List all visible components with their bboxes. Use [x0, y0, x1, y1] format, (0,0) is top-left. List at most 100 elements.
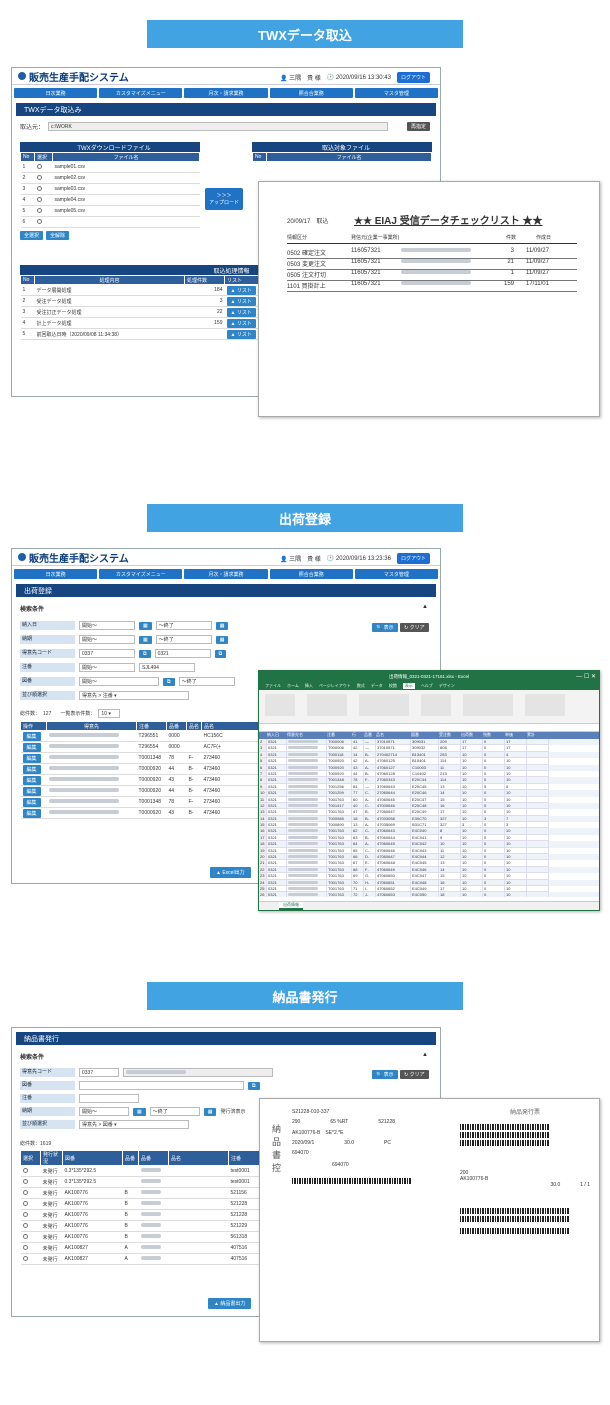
menu-verify[interactable]: 照合合業務 [269, 569, 353, 579]
menu-verify[interactable]: 照合合業務 [269, 88, 353, 98]
row-checkbox[interactable] [22, 1244, 28, 1250]
drawing-end-input[interactable]: ～終了 [178, 677, 235, 686]
drawing-input[interactable] [79, 1081, 244, 1090]
per-page-select[interactable]: 10 ▾ [98, 709, 121, 718]
edit-button[interactable]: 編集 [22, 808, 41, 818]
path-input[interactable]: c:\WORK [48, 122, 389, 131]
row-checkbox[interactable] [22, 1255, 28, 1261]
edit-button[interactable]: 編集 [22, 797, 41, 807]
row-checkbox[interactable] [22, 1167, 28, 1173]
lookup-icon[interactable]: ⧉ [163, 677, 175, 686]
due-end-input[interactable]: ～終了 [155, 635, 212, 644]
date-end-input[interactable]: ～終了 [155, 621, 212, 630]
lookup-icon[interactable]: ⧉ [139, 649, 151, 658]
edit-button[interactable]: 編集 [22, 753, 41, 763]
due-start-input[interactable]: 開始～ [79, 635, 135, 644]
row-checkbox[interactable] [22, 1211, 28, 1217]
row-checkbox[interactable] [22, 1178, 28, 1184]
edit-button[interactable]: 編集 [22, 786, 41, 796]
collapse-icon[interactable]: ▲ [422, 1052, 428, 1058]
ribbon-tab[interactable]: データ [371, 683, 383, 689]
file-checkbox[interactable] [36, 207, 42, 213]
select-all-button[interactable]: 全選択 [20, 231, 44, 240]
lookup-icon[interactable]: ⧉ [248, 1081, 260, 1090]
file-checkbox[interactable] [36, 163, 42, 169]
ribbon-tab[interactable]: 校閲 [389, 683, 397, 689]
clear-button[interactable]: ↻ クリア [400, 1070, 429, 1079]
menu-daily[interactable]: 日次業務 [14, 569, 98, 579]
excel-rows: 2 0321 T000006 41—37010571 309031 209 17 0 17 3 03… [259, 739, 599, 897]
row-checkbox[interactable] [22, 1200, 28, 1206]
edit-button[interactable]: 編集 [22, 731, 41, 741]
menu-daily[interactable]: 日次業務 [14, 88, 98, 98]
download-title: TWXダウンロードファイル [20, 142, 200, 152]
sort-select[interactable]: 得意先 > 注番 ▾ [79, 691, 189, 700]
customer-code-input[interactable]: 0337 [79, 649, 135, 658]
ribbon-tab[interactable]: ファイル [265, 683, 281, 689]
ribbon-tab[interactable]: デザイン [439, 683, 455, 689]
customer-code-input[interactable]: 0337 [79, 1068, 119, 1077]
file-checkbox[interactable] [36, 196, 42, 202]
calendar-icon[interactable]: ▦ [203, 1107, 217, 1116]
clear-button[interactable]: ↻ クリア [400, 623, 429, 632]
list-button[interactable]: ▲ リスト [226, 307, 256, 317]
ribbon-tab[interactable]: 数式 [357, 683, 365, 689]
file-checkbox[interactable] [36, 174, 42, 180]
ribbon-tab[interactable]: 挿入 [305, 683, 313, 689]
drawing-start-input[interactable]: 開始～ [79, 677, 159, 686]
list-button[interactable]: ▲ リスト [226, 285, 256, 295]
excel-titlebar: 出荷情報_0321-0321-17161.xlsx - Excel — ☐ ✕ [259, 671, 599, 682]
report-title: ★★ EIAJ 受信データチェックリスト ★★ [354, 216, 543, 227]
target-file-panel: 取込対象ファイル No ファイル名 [252, 142, 432, 162]
ribbon-tab[interactable]: 表示 [402, 683, 415, 689]
section-title: TWXデータ取込み [16, 103, 436, 116]
logout-button[interactable]: ログアウト [396, 72, 430, 83]
menu-monthly[interactable]: 月次・請求業務 [184, 88, 268, 98]
calendar-icon[interactable]: ▦ [215, 621, 229, 630]
calendar-icon[interactable]: ▦ [133, 1107, 146, 1116]
menu-custom[interactable]: カスタマイズメニュー [99, 569, 183, 579]
upload-button[interactable]: ＞＞＞ アップロード [205, 188, 243, 210]
formula-bar[interactable] [259, 724, 599, 732]
change-path-button[interactable]: 再指定 [406, 122, 430, 131]
row-checkbox[interactable] [22, 1222, 28, 1228]
logout-button[interactable]: ログアウト [396, 553, 430, 564]
date-start-input[interactable]: 開始～ [79, 621, 135, 630]
lookup-icon[interactable]: ⧉ [214, 649, 227, 658]
menu-master[interactable]: マスタ管理 [354, 569, 439, 579]
calendar-icon[interactable]: ▦ [139, 635, 152, 644]
menu-monthly[interactable]: 月次・請求業務 [184, 569, 268, 579]
order-input[interactable]: SJL494 [139, 663, 195, 672]
order-start-input[interactable]: 開始～ [79, 663, 135, 672]
excel-export-button[interactable]: ▲ Excel出力 [210, 867, 251, 878]
list-button[interactable]: ▲ リスト [226, 329, 256, 339]
ribbon-tab[interactable]: ホーム [287, 683, 299, 689]
row-checkbox[interactable] [22, 1189, 28, 1195]
sheet-tab[interactable]: 出荷情報 [279, 902, 303, 910]
ribbon-tab[interactable]: ヘルプ [421, 683, 433, 689]
search-button[interactable]: 🔍 表示 [372, 623, 398, 632]
window-controls-icon[interactable]: — ☐ ✕ [576, 673, 596, 680]
calendar-icon[interactable]: ▦ [215, 635, 229, 644]
ribbon-tab[interactable]: ページレイアウト [319, 683, 351, 689]
file-checkbox[interactable] [36, 185, 42, 191]
due-end-input[interactable]: ～終了 [149, 1107, 200, 1116]
deselect-all-button[interactable]: 全解除 [46, 231, 70, 240]
customer-code2-input[interactable]: 0321 [154, 649, 211, 658]
calendar-icon[interactable]: ▦ [139, 621, 152, 630]
sort-select[interactable]: 得意先 > 図番 ▾ [79, 1120, 189, 1129]
file-checkbox[interactable] [36, 218, 42, 224]
list-button[interactable]: ▲ リスト [226, 296, 256, 306]
menu-custom[interactable]: カスタマイズメニュー [99, 88, 183, 98]
collapse-icon[interactable]: ▲ [422, 604, 428, 610]
print-delivery-button[interactable]: ▲ 納品書出力 [208, 1298, 252, 1309]
edit-button[interactable]: 編集 [22, 742, 41, 752]
edit-button[interactable]: 編集 [22, 775, 41, 785]
row-checkbox[interactable] [22, 1233, 28, 1239]
list-button[interactable]: ▲ リスト [226, 318, 256, 328]
edit-button[interactable]: 編集 [22, 764, 41, 774]
due-start-input[interactable]: 開始～ [79, 1107, 129, 1116]
order-input[interactable] [79, 1094, 139, 1103]
search-button[interactable]: 🔍 表示 [372, 1070, 398, 1079]
menu-master[interactable]: マスタ管理 [354, 88, 439, 98]
